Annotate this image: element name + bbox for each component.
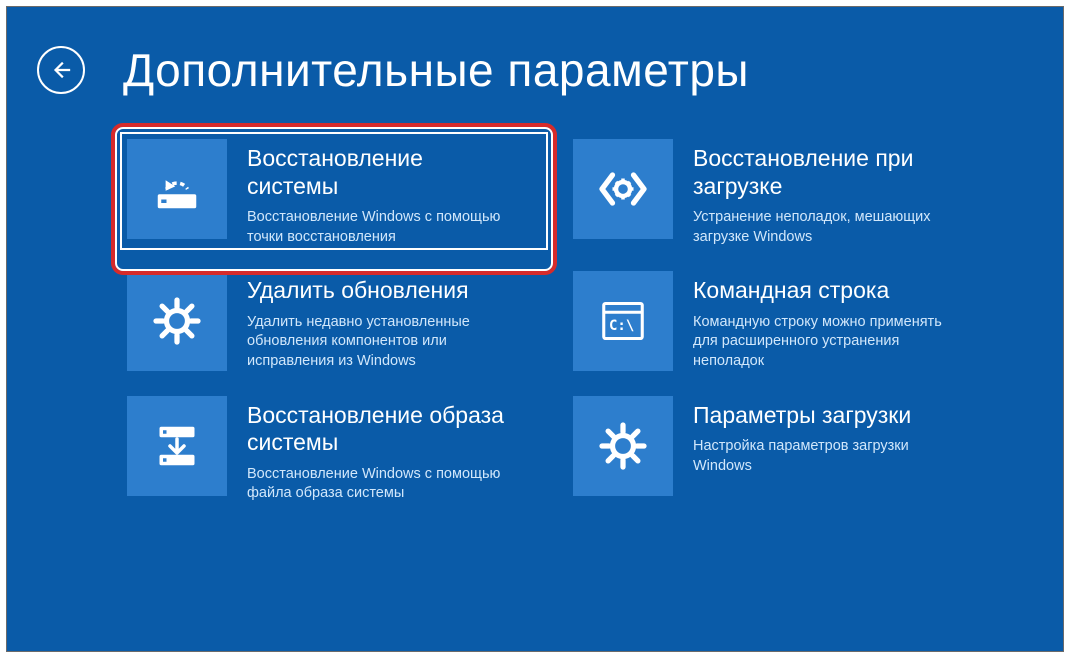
tile-desc: Устранение неполадок, мешающих загрузке …	[693, 208, 963, 247]
tile-desc: Настройка параметров загрузки Windows	[693, 437, 963, 476]
tile-grid: Восстановление системы Восстановление Wi…	[7, 97, 1063, 504]
arrow-left-icon	[50, 59, 72, 81]
system-restore-icon	[127, 139, 227, 239]
tile-system-image-recovery[interactable]: Восстановление образа системы Восстановл…	[127, 396, 557, 504]
tile-desc: Восстановление Windows с помощью файла о…	[247, 465, 517, 504]
command-prompt-icon: C:\	[573, 271, 673, 371]
tile-command-prompt[interactable]: C:\ Командная строка Командную строку мо…	[573, 271, 1003, 371]
gear-icon	[127, 271, 227, 371]
tile-title: Восстановление образа системы	[247, 402, 517, 457]
system-image-recovery-icon	[127, 396, 227, 496]
tile-desc: Удалить недавно установленные обновления…	[247, 313, 517, 372]
tile-title: Восстановление при загрузке	[693, 145, 963, 200]
back-button[interactable]	[37, 46, 85, 94]
tile-uninstall-updates[interactable]: Удалить обновления Удалить недавно устан…	[127, 271, 557, 371]
tile-title: Удалить обновления	[247, 277, 517, 305]
tile-title: Восстановление системы	[247, 145, 517, 200]
advanced-options-screen: Дополнительные параметры Восстановление …	[7, 7, 1063, 651]
tile-startup-settings[interactable]: Параметры загрузки Настройка параметров …	[573, 396, 1003, 504]
tile-title: Командная строка	[693, 277, 963, 305]
svg-text:C:\: C:\	[609, 318, 634, 334]
startup-repair-icon	[573, 139, 673, 239]
tile-title: Параметры загрузки	[693, 402, 963, 430]
gear-icon	[573, 396, 673, 496]
tile-desc: Восстановление Windows с помощью точки в…	[247, 208, 517, 247]
tile-startup-repair[interactable]: Восстановление при загрузке Устранение н…	[573, 139, 1003, 247]
page-title: Дополнительные параметры	[123, 43, 749, 97]
tile-system-restore[interactable]: Восстановление системы Восстановление Wi…	[127, 139, 557, 247]
header: Дополнительные параметры	[7, 7, 1063, 97]
tile-desc: Командную строку можно применять для рас…	[693, 313, 963, 372]
